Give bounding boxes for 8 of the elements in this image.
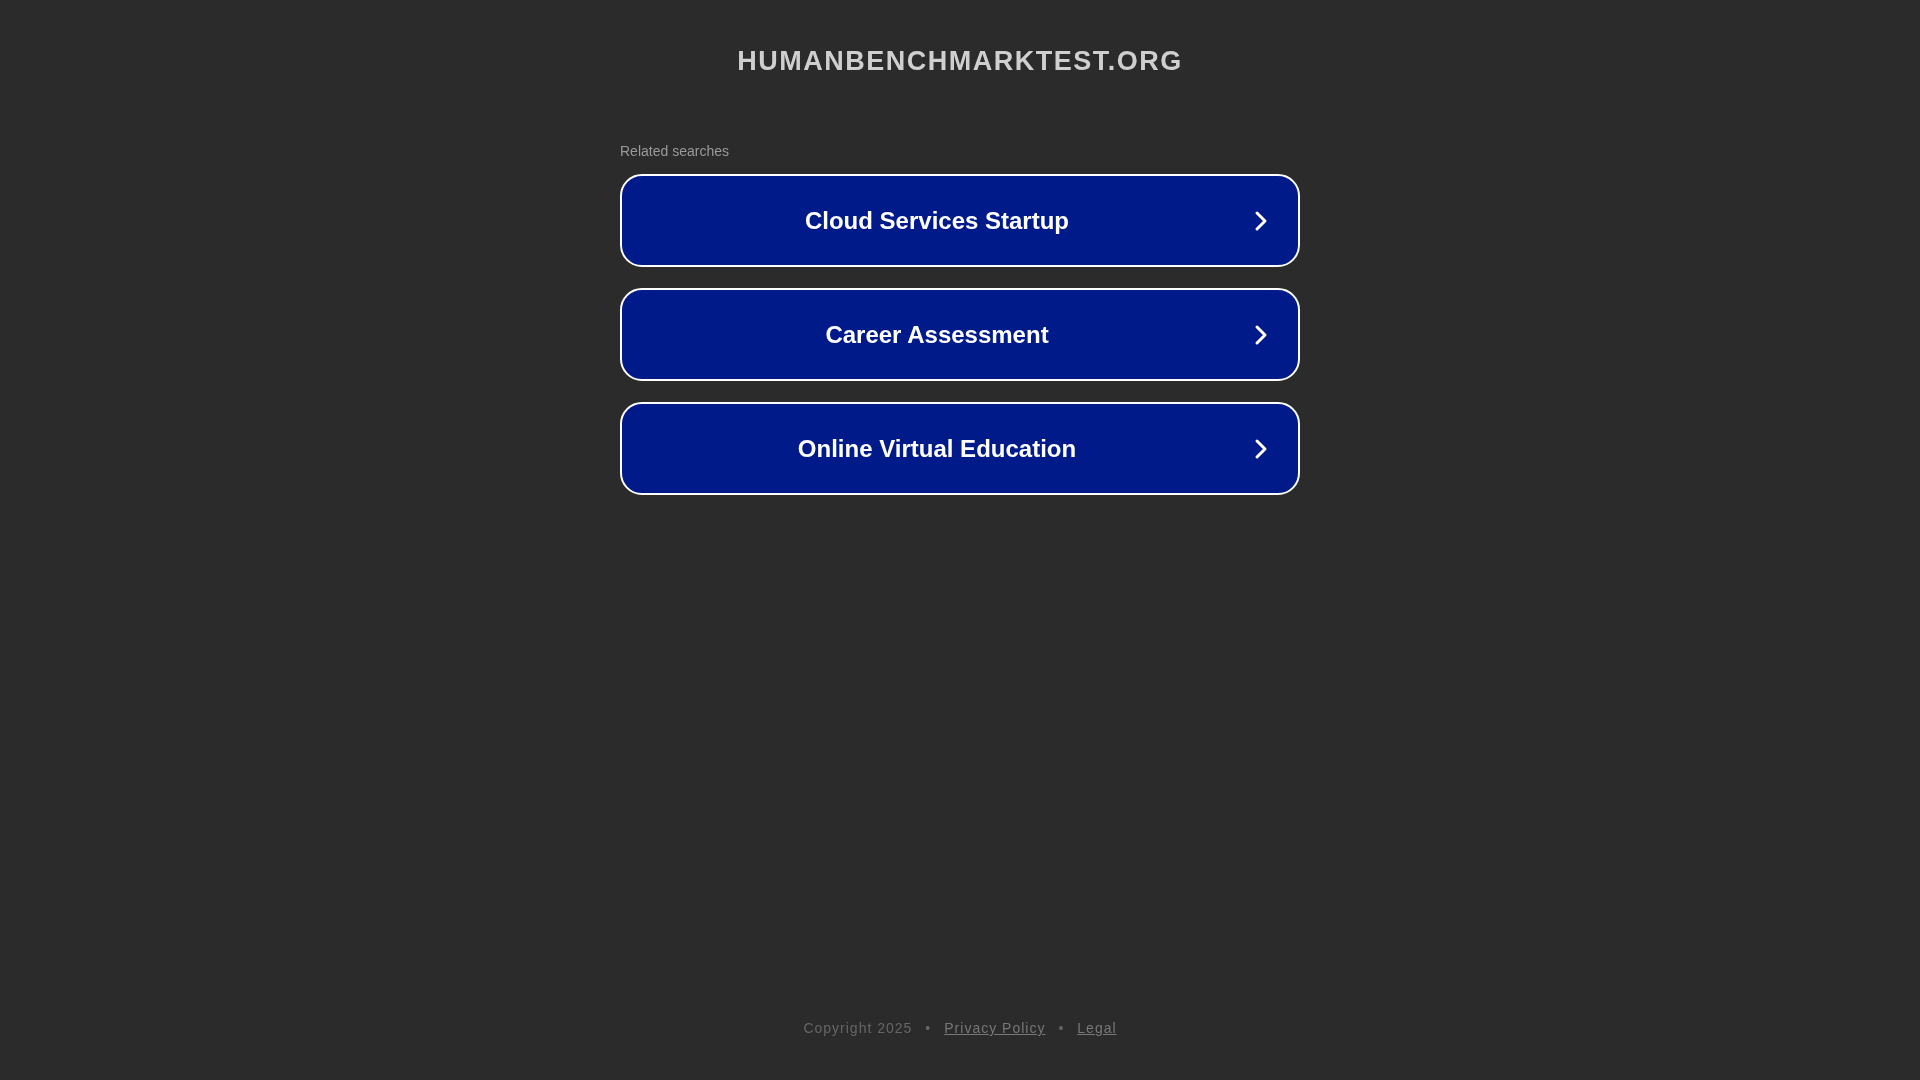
separator-dot: •	[925, 1019, 932, 1038]
search-link-button[interactable]: Cloud Services Startup	[620, 174, 1300, 267]
copyright-text: Copyright 2025	[803, 1019, 913, 1038]
separator-dot: •	[1058, 1019, 1065, 1038]
search-link-button[interactable]: Career Assessment	[620, 288, 1300, 381]
site-title: HUMANBENCHMARKTEST.ORG	[737, 45, 1183, 78]
search-link-button[interactable]: Online Virtual Education	[620, 402, 1300, 495]
section-heading: Related searches	[620, 142, 730, 160]
